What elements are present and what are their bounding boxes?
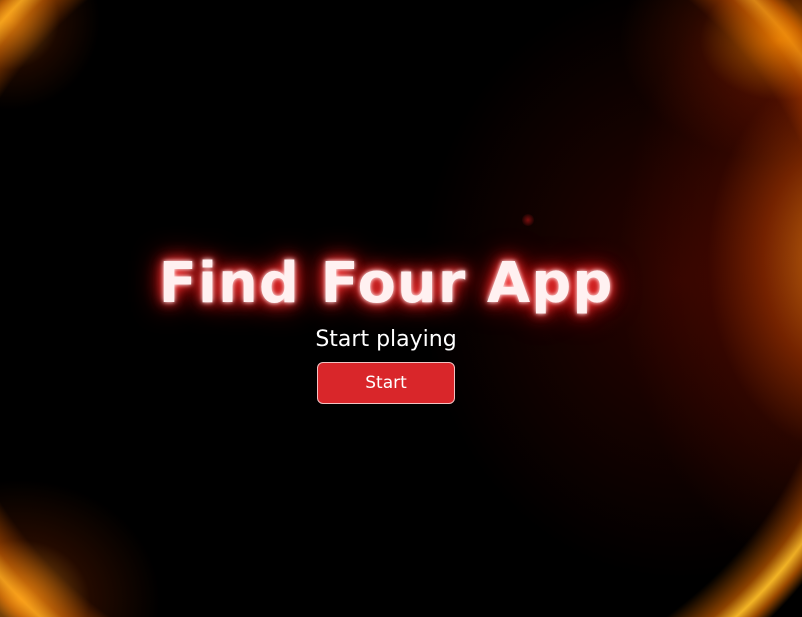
start-button[interactable]: Start (317, 362, 455, 404)
subtitle: Start playing (315, 327, 457, 352)
hero-content: Find Four App Start playing Start (0, 0, 802, 617)
app-title: Find Four App (158, 251, 614, 316)
landing-screen: Find Four App Start playing Start (0, 0, 802, 617)
